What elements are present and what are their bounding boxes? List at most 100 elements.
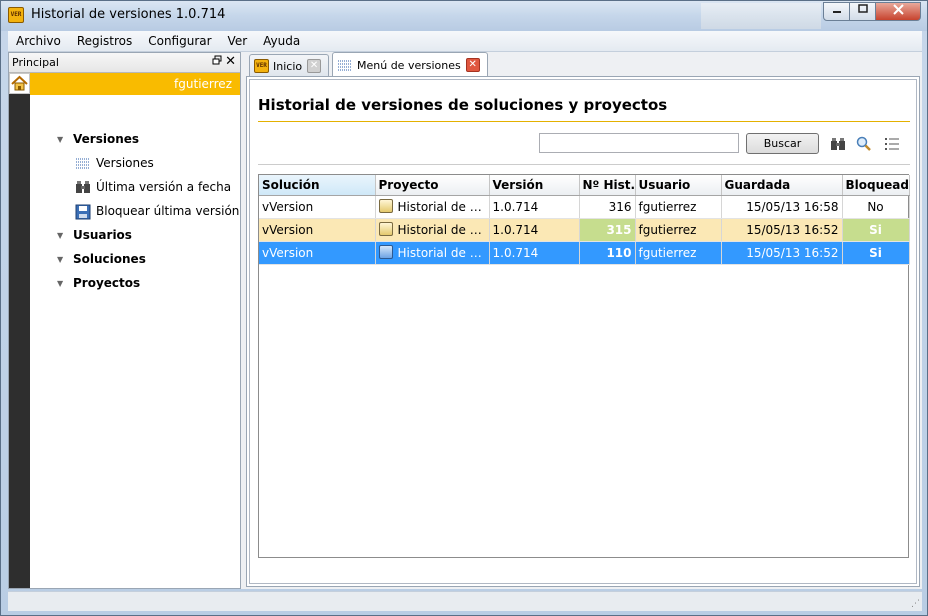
tab-inicio[interactable]: VER Inicio ✕ (249, 54, 329, 77)
expand-triangle-icon: ▼ (57, 278, 64, 288)
tree-item-ultima-version[interactable]: Última versión a fecha (57, 175, 239, 199)
tab-strip: VER Inicio ✕ Menú de versiones ✕ (247, 52, 922, 77)
close-tab-button[interactable]: ✕ (307, 59, 322, 73)
cell-solucion: vVersion (259, 195, 376, 219)
search-button[interactable]: Buscar (746, 133, 819, 154)
expand-triangle-icon: ▼ (57, 254, 64, 264)
list-icon (338, 60, 352, 71)
menu-ver[interactable]: Ver (220, 34, 256, 48)
search-input[interactable] (539, 133, 739, 153)
cell-guardada: 15/05/13 16:52 (721, 241, 843, 265)
close-icon (892, 4, 904, 15)
column-header-version[interactable]: Versión (489, 175, 580, 196)
tree-group-usuarios[interactable]: ▼ Usuarios (57, 223, 239, 247)
cell-proyecto-text: Historial de versiones (397, 223, 489, 237)
save-disk-icon (75, 204, 91, 220)
expand-triangle-icon: ▼ (57, 230, 64, 240)
content-panel: Historial de versiones de soluciones y p… (249, 79, 917, 584)
page-title: Historial de versiones de soluciones y p… (258, 96, 668, 114)
project-icon (378, 199, 393, 213)
menu-ayuda[interactable]: Ayuda (255, 34, 308, 48)
minimize-button[interactable] (823, 2, 850, 21)
column-header-solucion[interactable]: Solución (259, 175, 376, 196)
main-area: Principal ✕ fgutierrez ▼ Versiones Versi… (8, 52, 922, 589)
app-logo-icon: VER (8, 7, 24, 23)
tree-group-soluciones[interactable]: ▼ Soluciones (57, 247, 239, 271)
background-window-ghost (701, 3, 821, 29)
tree-item-label: Bloquear última versión (96, 204, 240, 218)
cell-usuario: fgutierrez (635, 241, 722, 265)
panel-close-button[interactable]: ✕ (225, 54, 236, 69)
tree-item-versiones[interactable]: Versiones (57, 151, 239, 175)
binoculars-icon[interactable] (830, 136, 846, 152)
panel-restore-button[interactable] (212, 55, 222, 68)
navigation-tree: ▼ Versiones Versiones Última versión a f… (57, 127, 239, 295)
tab-label: Menú de versiones (357, 58, 461, 72)
tab-menu-versiones[interactable]: Menú de versiones ✕ (332, 52, 488, 77)
tree-item-bloquear[interactable]: Bloquear última versión (57, 199, 239, 223)
cell-hist: 315 (579, 218, 636, 242)
table-row[interactable]: vVersion Historial de versiones 1.0.714 … (259, 241, 910, 265)
table-row[interactable]: vVersion Historial de versiones 1.0.714 … (259, 218, 910, 242)
cell-bloqueada: Si (842, 218, 910, 242)
current-user-bar: fgutierrez (30, 73, 240, 95)
tree-group-label: Proyectos (73, 276, 141, 290)
toolbar-divider (258, 164, 910, 165)
cell-usuario: fgutierrez (635, 218, 722, 242)
home-button[interactable] (9, 73, 30, 94)
versions-table: Solución Proyecto Versión Nº Hist. Usuar… (258, 174, 910, 558)
cell-guardada: 15/05/13 16:58 (721, 195, 843, 219)
menu-configurar[interactable]: Configurar (140, 34, 219, 48)
column-header-hist[interactable]: Nº Hist. (579, 175, 636, 196)
status-bar: ⋰ (8, 591, 922, 611)
panel-side-strip (9, 73, 30, 588)
maximize-icon (857, 4, 868, 13)
list-icon (75, 156, 91, 170)
tab-content: Historial de versiones de soluciones y p… (246, 76, 920, 587)
cell-proyecto: Historial de versiones (375, 218, 490, 242)
table-header-row: Solución Proyecto Versión Nº Hist. Usuar… (259, 175, 910, 196)
cell-usuario: fgutierrez (635, 195, 722, 219)
solution-icon (378, 245, 393, 259)
menu-archivo[interactable]: Archivo (8, 34, 69, 48)
cell-proyecto-text: Historial de versiones (397, 246, 489, 260)
restore-icon (212, 55, 222, 65)
close-tab-button[interactable]: ✕ (465, 58, 480, 72)
close-window-button[interactable] (875, 2, 921, 21)
principal-panel: Principal ✕ fgutierrez ▼ Versiones Versi… (8, 52, 241, 589)
tree-group-label: Versiones (73, 132, 140, 146)
title-bar[interactable]: VER Historial de versiones 1.0.714 (1, 1, 927, 31)
magnifier-icon[interactable] (856, 136, 872, 152)
table-row[interactable]: vVersion Historial de versiones 1.0.714 … (259, 195, 910, 219)
options-list-icon[interactable] (884, 136, 900, 152)
cell-version: 1.0.714 (489, 218, 580, 242)
app-window: VER Historial de versiones 1.0.714 Archi… (0, 0, 928, 616)
cell-solucion: vVersion (259, 241, 376, 265)
maximize-button[interactable] (849, 2, 876, 21)
project-icon (378, 222, 393, 236)
window-controls (823, 2, 921, 21)
binoculars-icon (75, 180, 91, 194)
column-header-bloqueada[interactable]: Bloqueada (842, 175, 910, 196)
cell-proyecto-text: Historial de versiones (397, 200, 489, 214)
tree-group-label: Usuarios (73, 228, 132, 242)
column-header-guardada[interactable]: Guardada (721, 175, 843, 196)
menu-registros[interactable]: Registros (69, 34, 140, 48)
tab-label: Inicio (273, 59, 303, 73)
cell-guardada: 15/05/13 16:52 (721, 218, 843, 242)
resize-grip-icon[interactable]: ⋰ (911, 599, 920, 609)
cell-solucion: vVersion (259, 218, 376, 242)
panel-header: Principal ✕ (9, 53, 240, 73)
window-title: Historial de versiones 1.0.714 (31, 7, 226, 22)
column-header-usuario[interactable]: Usuario (635, 175, 722, 196)
menu-bar: Archivo Registros Configurar Ver Ayuda (8, 31, 922, 52)
tree-group-versiones[interactable]: ▼ Versiones (57, 127, 239, 151)
column-header-proyecto[interactable]: Proyecto (375, 175, 490, 196)
cell-hist: 316 (579, 195, 636, 219)
cell-version: 1.0.714 (489, 241, 580, 265)
tree-group-label: Soluciones (73, 252, 146, 266)
tree-group-proyectos[interactable]: ▼ Proyectos (57, 271, 239, 295)
panel-title: Principal (12, 56, 59, 69)
home-icon (11, 75, 28, 91)
cell-proyecto: Historial de versiones (375, 241, 490, 265)
